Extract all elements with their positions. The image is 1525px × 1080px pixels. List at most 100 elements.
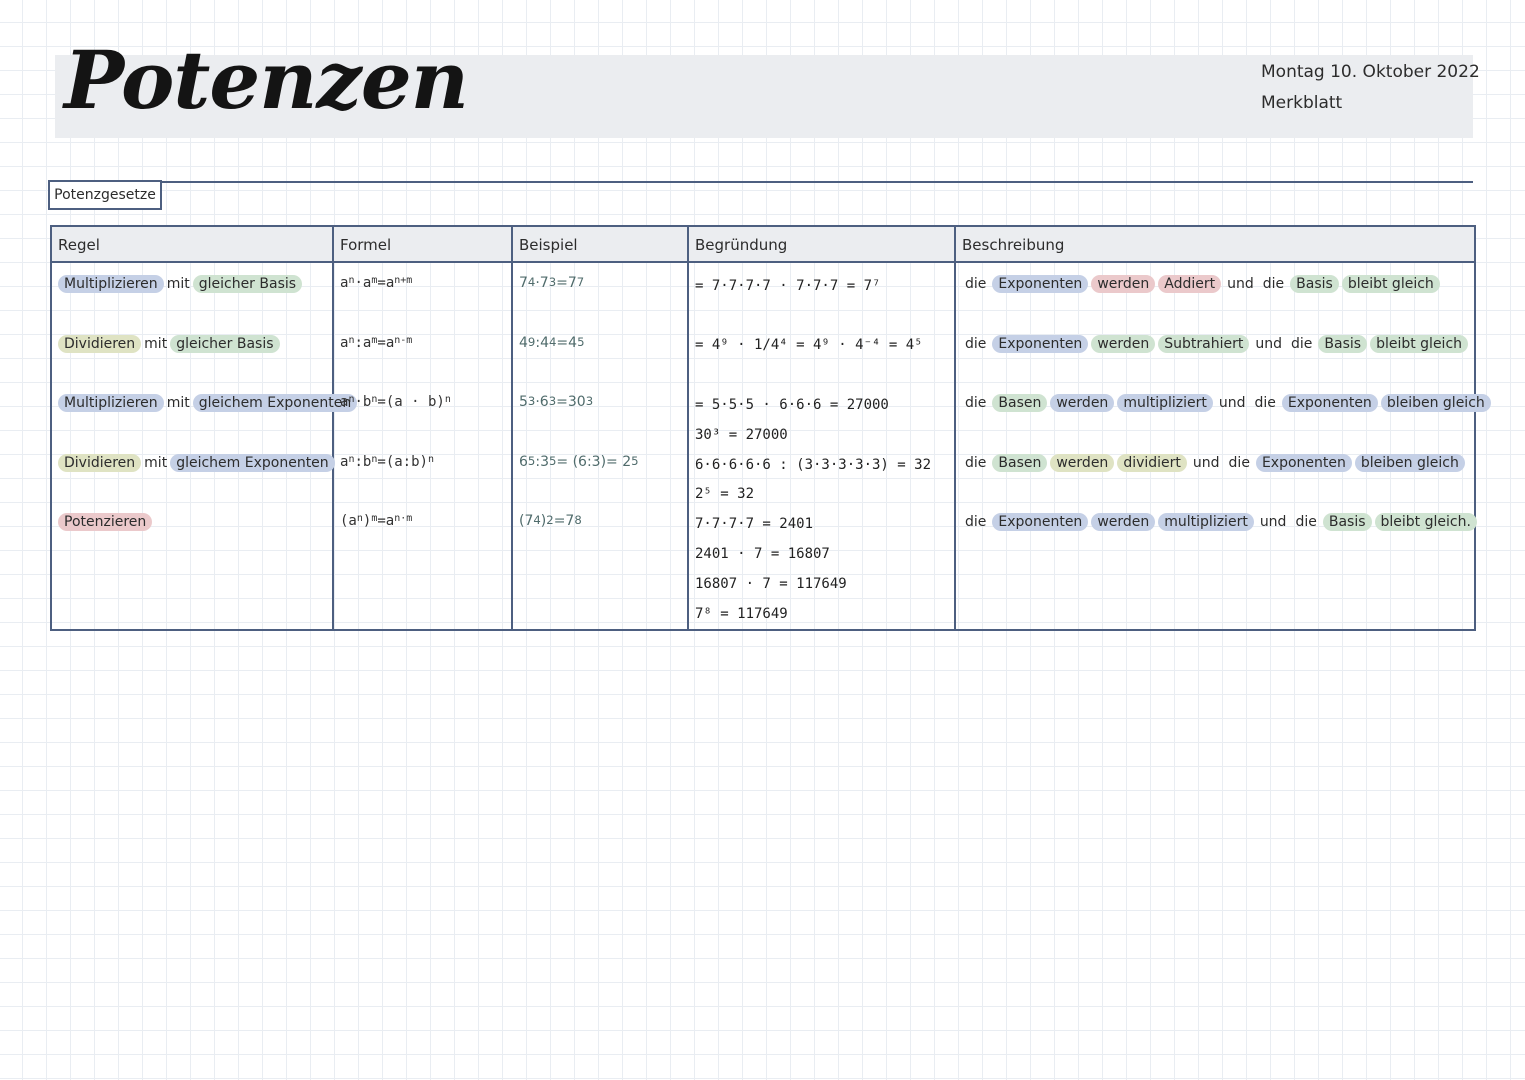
reasoning-line: 2⁵ = 32 bbox=[695, 486, 755, 503]
description-item: die Basen werden dividiert und die Expon… bbox=[962, 450, 1468, 510]
description-word: bleibt gleich bbox=[1370, 334, 1469, 353]
description-word: werden bbox=[1050, 394, 1115, 412]
description-word: bleibt gleich. bbox=[1374, 513, 1477, 531]
description-word: die bbox=[1291, 335, 1313, 352]
reasoning-line: 2401 · 7 = 16807 bbox=[695, 546, 830, 563]
formula-equals: = bbox=[377, 275, 386, 291]
description-word: die bbox=[1295, 514, 1317, 530]
reasoning-line: = 5·5·5 · 6·6·6 = 27000 bbox=[695, 397, 889, 414]
example-exponent: 4 bbox=[548, 334, 557, 349]
rule-operation: Multiplizieren bbox=[58, 394, 164, 412]
description-item: die Basen werden multipliziert und die E… bbox=[962, 390, 1491, 450]
description-word: die bbox=[1228, 454, 1250, 471]
example-base: 3 bbox=[540, 453, 549, 470]
example-result: 7 bbox=[567, 275, 577, 291]
rule-operation: Dividieren bbox=[58, 453, 142, 472]
formula: an · am = a n+m bbox=[340, 271, 505, 331]
example-exponent: 3 bbox=[548, 275, 557, 289]
example-exponent: 3 bbox=[548, 394, 557, 408]
example-result: = 2 bbox=[606, 453, 632, 470]
document-type-label: Merkblatt bbox=[1261, 93, 1343, 113]
description-word: die bbox=[965, 454, 987, 471]
reasoning-line: 6·6·6·6·6 : (3·3·3·3·3) = 32 bbox=[695, 456, 932, 473]
description-word: die bbox=[1262, 276, 1285, 292]
formula-base: b bbox=[362, 394, 372, 410]
example-exponent: 2 bbox=[546, 513, 554, 527]
description-word: die bbox=[965, 276, 987, 292]
formula-base: a bbox=[340, 394, 349, 410]
reasoning-line: 30³ = 27000 bbox=[695, 426, 788, 443]
reasoning-line bbox=[695, 301, 948, 331]
example-base: 6 bbox=[519, 453, 528, 470]
rule-operation: Dividieren bbox=[58, 334, 142, 353]
formula-operator: · bbox=[354, 275, 363, 291]
example-equals: = bbox=[556, 394, 568, 410]
example-base: 7 bbox=[539, 275, 549, 291]
rule-connector: mit bbox=[144, 454, 168, 471]
description-word: Subtrahiert bbox=[1158, 334, 1250, 353]
description-word: bleiben gleich bbox=[1380, 394, 1491, 412]
rule-item: Multiplizieren mit gleicher Basis bbox=[58, 271, 326, 331]
rule-item: Multiplizieren mit gleichem Exponenten bbox=[58, 390, 358, 450]
power-laws-table: Regel Formel Beispiel Begründung Beschre… bbox=[50, 225, 1491, 631]
formula-exponent: n+m bbox=[394, 275, 413, 286]
formula-operator: · bbox=[354, 394, 363, 410]
description-word: werden bbox=[1091, 334, 1156, 353]
table-body-row: Multiplizieren mit gleicher Basis Dividi… bbox=[50, 262, 1491, 630]
description-word: Basis bbox=[1322, 513, 1372, 531]
formula-operator: : bbox=[354, 334, 363, 351]
description-word: Exponenten bbox=[992, 334, 1089, 353]
description-word: multipliziert bbox=[1158, 513, 1254, 531]
formula-base: a bbox=[340, 453, 349, 470]
formula: (a n) m = a n·m bbox=[340, 509, 505, 569]
description-word: multipliziert bbox=[1117, 394, 1213, 412]
rule-operation: Multiplizieren bbox=[58, 275, 164, 293]
formula-exponent: n bbox=[427, 453, 434, 465]
formula-result: a bbox=[385, 275, 395, 291]
description-word: die bbox=[965, 514, 987, 530]
formula-result: (a:b) bbox=[385, 453, 428, 470]
rule-column: Multiplizieren mit gleicher Basis Dividi… bbox=[50, 262, 358, 630]
reasoning-line: 16807 · 7 = 117649 bbox=[695, 575, 847, 592]
example: 65 : 35 = (6:3) = 25 bbox=[519, 450, 681, 510]
description-word: werden bbox=[1091, 275, 1156, 293]
description-word: und bbox=[1192, 454, 1220, 471]
formula: an : bn = (a:b) n bbox=[340, 450, 505, 510]
description-word: die bbox=[1254, 395, 1276, 411]
formula-equals: = bbox=[377, 334, 386, 351]
formula-operator: ) bbox=[362, 513, 372, 529]
example-exponent: 5 bbox=[527, 453, 536, 468]
rule-operation: Potenzieren bbox=[58, 513, 153, 531]
description-word: Exponenten bbox=[1255, 453, 1352, 472]
example-exponent: 4 bbox=[527, 275, 536, 289]
rule-connector: mit bbox=[144, 335, 168, 352]
formula-equals: = bbox=[377, 453, 386, 470]
example-base: 4 bbox=[540, 334, 549, 351]
section-label: Potenzgesetze bbox=[48, 180, 162, 210]
reasoning-line: = 7·7·7·7 · 7·7·7 = 7⁷ bbox=[695, 277, 881, 294]
example-equals: = bbox=[556, 275, 568, 291]
description-word: die bbox=[965, 335, 987, 352]
date-label: Montag 10. Oktober 2022 bbox=[1261, 62, 1480, 82]
example-exponent: 8 bbox=[574, 513, 582, 527]
rule-item: Potenzieren bbox=[58, 509, 326, 569]
example: 49 : 44 = 45 bbox=[519, 331, 681, 391]
description-word: bleiben gleich bbox=[1354, 453, 1465, 472]
example-base: 6 bbox=[539, 394, 549, 410]
column-header-description: Beschreibung bbox=[954, 226, 1476, 263]
description-item: die Exponenten werden Subtrahiert und di… bbox=[962, 331, 1469, 391]
formula-exponent: n-m bbox=[394, 334, 413, 346]
example-equals: = (6:3) bbox=[556, 453, 607, 470]
description-word: Basis bbox=[1318, 334, 1368, 353]
description-word: Exponenten bbox=[992, 513, 1089, 531]
description-word: die bbox=[965, 395, 987, 411]
formula-base: a bbox=[362, 275, 372, 291]
example-exponent: 5 bbox=[631, 453, 639, 468]
example: 53 · 63 = 30 3 bbox=[519, 390, 681, 450]
example-exponent: 9 bbox=[527, 334, 536, 349]
reasoning-column: = 7·7·7·7 · 7·7·7 = 7⁷ = 4⁹ · 1/4⁴ = 4⁹ … bbox=[687, 262, 956, 630]
example-base: 5 bbox=[519, 394, 528, 410]
description-word: und bbox=[1218, 395, 1246, 411]
description-item: die Exponenten werden Addiert und die Ba… bbox=[962, 271, 1468, 331]
table-header-row: Regel Formel Beispiel Begründung Beschre… bbox=[50, 226, 1476, 263]
